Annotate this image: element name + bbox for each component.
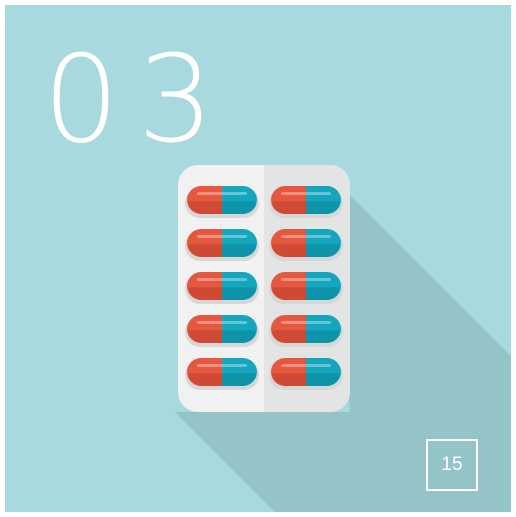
card-panel: 03 15 [5,5,511,512]
capsule [269,229,343,261]
capsule [185,272,259,304]
capsule [185,358,259,390]
capsule [269,186,343,218]
capsule [269,315,343,347]
capsule [185,229,259,261]
canvas: 03 15 [0,0,516,517]
capsule [269,358,343,390]
capsule [185,315,259,347]
capsule [269,272,343,304]
page-number-box: 15 [426,439,478,491]
blister-pack-illustration [175,165,511,512]
page-number: 15 [441,454,463,475]
capsule [185,186,259,218]
